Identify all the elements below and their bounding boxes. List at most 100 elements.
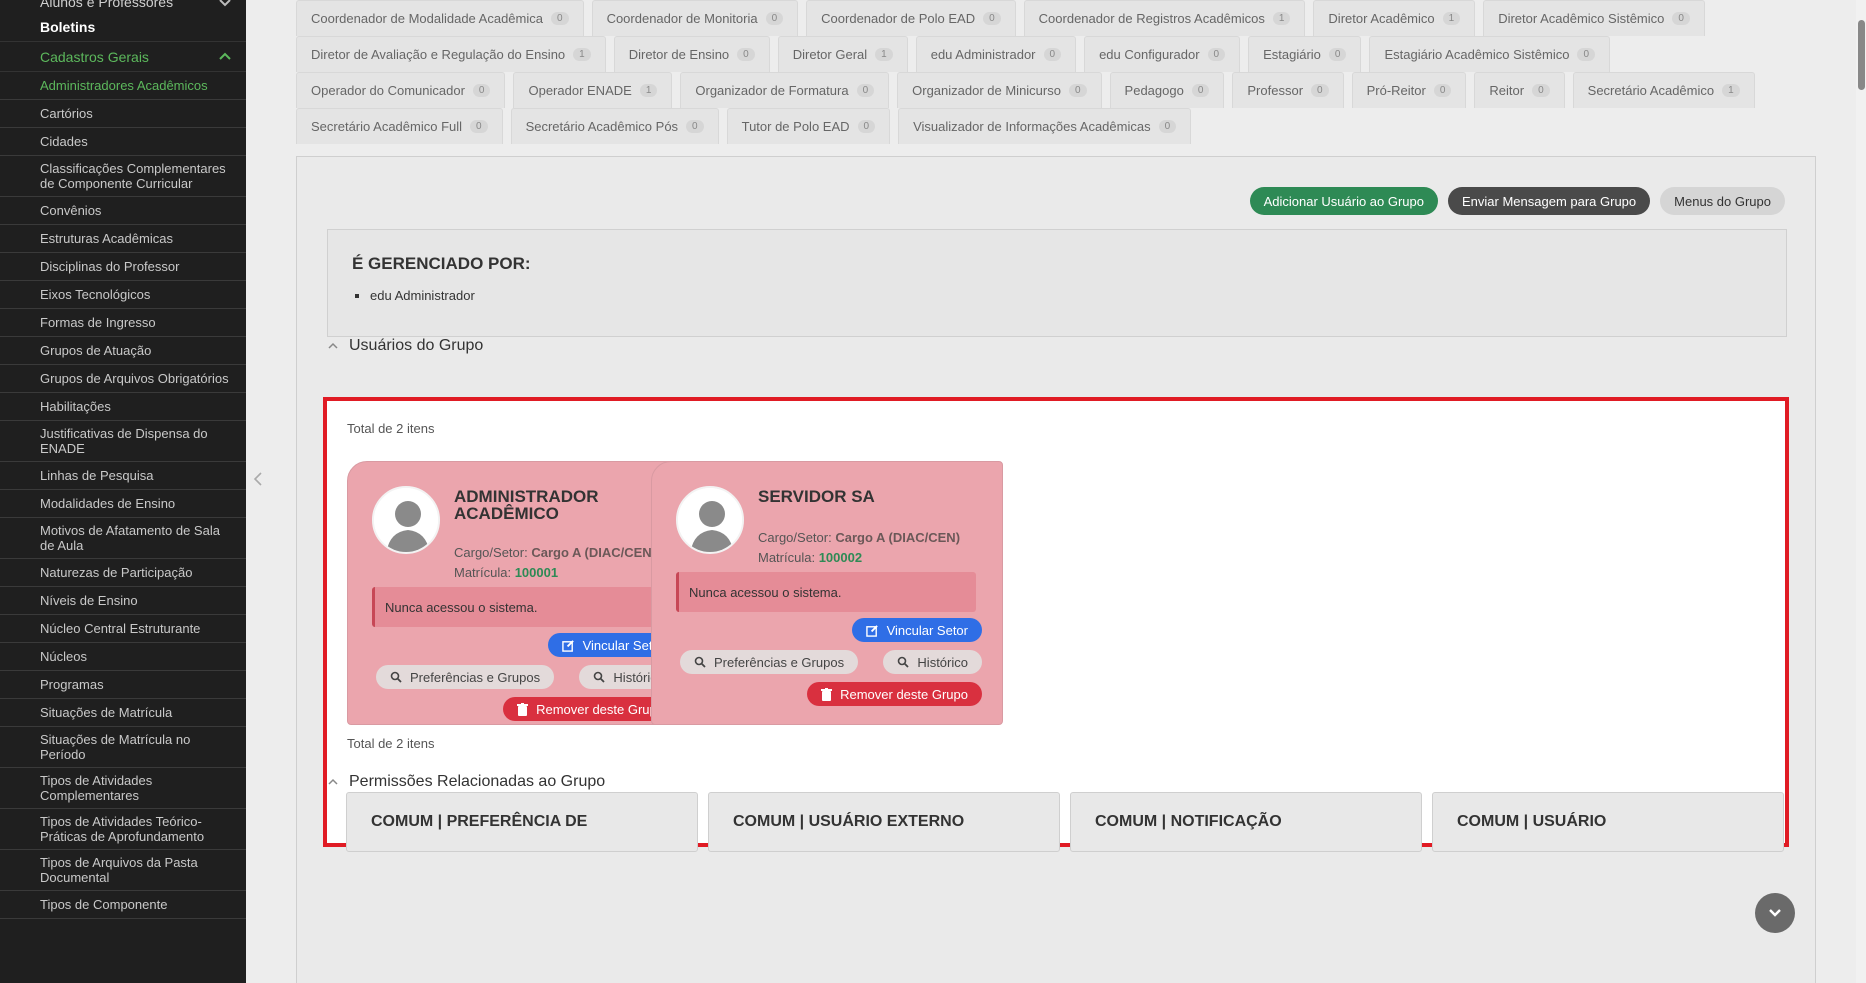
permissions-section-toggle[interactable]: Permissões Relacionadas ao Grupo xyxy=(327,773,605,791)
group-tab[interactable]: Visualizador de Informações Acadêmicas 0 xyxy=(898,108,1192,144)
sidebar-item[interactable]: Cidades xyxy=(0,128,246,156)
collapse-sidebar-icon[interactable] xyxy=(252,470,266,488)
sidebar-item[interactable]: Grupos de Atuação xyxy=(0,337,246,365)
group-tab[interactable]: Diretor Geral 1 xyxy=(777,36,908,72)
sidebar-item[interactable]: Situações de Matrícula no Período xyxy=(0,727,246,768)
group-tab-label: Diretor Acadêmico xyxy=(1328,11,1435,26)
matricula-label: Matrícula: xyxy=(758,550,816,565)
sidebar-item-boletins[interactable]: Boletins xyxy=(0,12,246,42)
sidebar-item[interactable]: Núcleos xyxy=(0,643,246,671)
group-tab[interactable]: Organizador de Minicurso 0 xyxy=(897,72,1102,108)
sidebar-item[interactable]: Disciplinas do Professor xyxy=(0,253,246,281)
trash-icon xyxy=(517,702,529,716)
group-menus-button[interactable]: Menus do Grupo xyxy=(1660,187,1785,215)
group-tab-label: Secretário Acadêmico Pós xyxy=(525,119,679,134)
group-tab[interactable]: Operador do Comunicador 0 xyxy=(296,72,506,108)
sidebar-item[interactable]: Administradores Acadêmicos xyxy=(0,72,246,100)
cargo-value: Cargo A (DIAC/CEN) xyxy=(835,530,961,545)
group-tab-label: Professor xyxy=(1247,83,1304,98)
group-tab[interactable]: Secretário Acadêmico Full 0 xyxy=(296,108,503,144)
permission-card: COMUM | NOTIFICAÇÃO xyxy=(1070,792,1422,852)
remove-from-group-button[interactable]: Remover deste Grupo xyxy=(807,682,982,706)
tab-row: Diretor de Avaliação e Regulação do Ensi… xyxy=(296,36,1816,72)
group-tab-label: Estagiário xyxy=(1263,47,1321,62)
group-tab-label: Coordenador de Modalidade Acadêmica xyxy=(311,11,543,26)
users-section-toggle[interactable]: Usuários do Grupo xyxy=(327,337,483,355)
tab-row: Secretário Acadêmico Full 0 Secretário Aca… xyxy=(296,108,1816,144)
group-tab-count: 0 xyxy=(737,48,755,61)
sidebar-item[interactable]: Situações de Matrícula xyxy=(0,699,246,727)
group-tab[interactable]: Pró-Reitor 0 xyxy=(1351,72,1467,108)
preferences-groups-label: Preferências e Grupos xyxy=(410,669,541,685)
never-accessed-alert: Nunca acessou o sistema. xyxy=(372,587,672,627)
group-tab[interactable]: Estagiário Acadêmico Sistêmico 0 xyxy=(1369,36,1611,72)
group-tab[interactable]: Diretor Acadêmico Sistêmico 0 xyxy=(1483,0,1705,36)
group-tab-label: Coordenador de Polo EAD xyxy=(821,11,976,26)
preferences-groups-button[interactable]: Preferências e Grupos xyxy=(376,665,555,689)
group-tab-count: 0 xyxy=(1577,48,1596,61)
group-panel: Adicionar Usuário ao Grupo Enviar Mensag… xyxy=(296,156,1816,983)
sidebar-item[interactable]: Linhas de Pesquisa xyxy=(0,462,246,490)
user-name: ADMINISTRADOR ACADÊMICO xyxy=(454,487,599,523)
scroll-down-button[interactable] xyxy=(1755,893,1795,933)
scrollbar-thumb[interactable] xyxy=(1858,20,1865,90)
sidebar-item[interactable]: Habilitações xyxy=(0,393,246,421)
group-tab-count: 1 xyxy=(1442,12,1461,25)
history-button[interactable]: Histórico xyxy=(883,650,982,674)
group-tab[interactable]: Tutor de Polo EAD 0 xyxy=(726,108,891,144)
sidebar-item[interactable]: Tipos de Arquivos da Pasta Documental xyxy=(0,850,246,891)
group-tab[interactable]: Operador ENADE 1 xyxy=(513,72,673,108)
total-items-top: Total de 2 itens xyxy=(347,421,435,436)
chevron-up-icon xyxy=(328,778,338,785)
group-tab[interactable]: Secretário Acadêmico 1 xyxy=(1572,72,1755,108)
sidebar-item[interactable]: Níveis de Ensino xyxy=(0,587,246,615)
group-tab[interactable]: Diretor de Avaliação e Regulação do Ensi… xyxy=(296,36,606,72)
group-tab[interactable]: Pedagogo 0 xyxy=(1109,72,1225,108)
vincular-setor-button[interactable]: Vincular Setor xyxy=(851,618,982,642)
group-tab[interactable]: Diretor Acadêmico 1 xyxy=(1313,0,1476,36)
sidebar-item[interactable]: Formas de Ingresso xyxy=(0,309,246,337)
group-tab[interactable]: edu Administrador 0 xyxy=(915,36,1077,72)
sidebar-item[interactable]: Justificativas de Dispensa do ENADE xyxy=(0,421,246,462)
sidebar-item[interactable]: Programas xyxy=(0,671,246,699)
managed-by-item: edu Administrador xyxy=(370,288,1762,303)
cargo-label: Cargo/Setor: xyxy=(454,545,528,560)
sidebar-item[interactable]: Eixos Tecnológicos xyxy=(0,281,246,309)
group-tab[interactable]: Reitor 0 xyxy=(1474,72,1565,108)
sidebar-item[interactable]: Tipos de Componente xyxy=(0,891,246,919)
group-tab[interactable]: edu Configurador 0 xyxy=(1084,36,1241,72)
group-tab-label: Organizador de Formatura xyxy=(695,83,849,98)
group-tab[interactable]: Diretor de Ensino 0 xyxy=(613,36,770,72)
sidebar-item[interactable]: Naturezas de Participação xyxy=(0,559,246,587)
sidebar-item[interactable]: Tipos de Atividades Teórico-Práticas de … xyxy=(0,809,246,850)
sidebar-item[interactable]: Cartórios xyxy=(0,100,246,128)
preferences-groups-label: Preferências e Grupos xyxy=(714,654,845,670)
preferences-groups-button[interactable]: Preferências e Grupos xyxy=(680,650,859,674)
sidebar-item[interactable]: Motivos de Afatamento de Sala de Aula xyxy=(0,518,246,559)
managed-by-list: edu Administrador xyxy=(352,288,1762,303)
group-tab-count: 0 xyxy=(1433,84,1452,97)
permission-cards: COMUM | PREFERÊNCIA DE COMUM | USUÁRIO EX… xyxy=(346,792,1784,852)
send-message-to-group-button[interactable]: Enviar Mensagem para Grupo xyxy=(1448,187,1651,215)
group-tab[interactable]: Estagiário 0 xyxy=(1248,36,1362,72)
group-tab[interactable]: Coordenador de Modalidade Acadêmica 0 xyxy=(296,0,584,36)
sidebar-item[interactable]: Núcleo Central Estruturante xyxy=(0,615,246,643)
sidebar-item-alunos-professores[interactable]: Alunos e Professores xyxy=(0,0,246,12)
sidebar-item[interactable]: Estruturas Acadêmicas xyxy=(0,225,246,253)
group-tab-count: 1 xyxy=(875,48,893,61)
page-scrollbar[interactable] xyxy=(1856,0,1866,983)
sidebar-item[interactable]: Tipos de Atividades Complementares xyxy=(0,768,246,809)
group-tab[interactable]: Coordenador de Monitoria 0 xyxy=(591,0,799,36)
sidebar-item[interactable]: Grupos de Arquivos Obrigatórios xyxy=(0,365,246,393)
sidebar-section-cadastros-gerais[interactable]: Cadastros Gerais xyxy=(0,42,246,72)
group-tab[interactable]: Organizador de Formatura 0 xyxy=(680,72,890,108)
add-user-to-group-button[interactable]: Adicionar Usuário ao Grupo xyxy=(1249,187,1438,215)
group-tab[interactable]: Professor 0 xyxy=(1232,72,1344,108)
sidebar-item[interactable]: Convênios xyxy=(0,197,246,225)
group-tab[interactable]: Secretário Acadêmico Pós 0 xyxy=(510,108,719,144)
group-tab[interactable]: Coordenador de Polo EAD 0 xyxy=(806,0,1016,36)
group-tab[interactable]: Coordenador de Registros Acadêmicos 1 xyxy=(1023,0,1306,36)
cargo-line: Cargo/Setor: Cargo A (DIAC/CEN) xyxy=(758,530,960,545)
sidebar-item[interactable]: Classificações Complementares de Compone… xyxy=(0,156,246,197)
sidebar-item[interactable]: Modalidades de Ensino xyxy=(0,490,246,518)
